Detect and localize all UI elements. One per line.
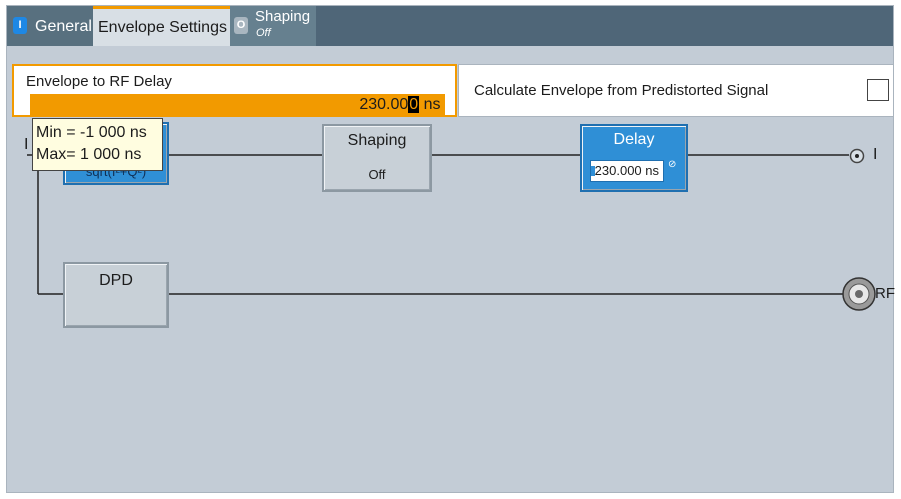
delay-block[interactable]: Delay 230.000 ns ⊘	[580, 124, 688, 192]
shaping-block[interactable]: Shaping Off	[322, 124, 432, 192]
delay-value-marker	[591, 166, 595, 176]
tooltip-max: Max= 1 000 ns	[36, 146, 142, 163]
shaping-block-title: Shaping	[347, 132, 407, 149]
output-rf-label: RF	[875, 285, 895, 302]
envelope-settings-dialog: I General Envelope Settings O Shaping Of…	[6, 5, 895, 493]
rf-output-connector-icon	[842, 277, 876, 311]
range-tooltip: Min = -1 000 ns Max= 1 000 ns	[32, 118, 163, 171]
tooltip-min: Min = -1 000 ns	[36, 124, 147, 141]
output-i-label: I	[873, 146, 878, 163]
i-output-connector-icon	[849, 148, 865, 164]
delay-block-title: Delay	[613, 131, 655, 148]
delay-block-value: 230.000 ns	[590, 160, 664, 182]
input-i-label: I	[24, 136, 29, 153]
dpd-block[interactable]: DPD	[63, 262, 169, 328]
signal-flow-lines	[27, 148, 876, 311]
link-icon: ⊘	[668, 159, 677, 170]
dpd-block-title: DPD	[99, 272, 133, 289]
shaping-block-state: Off	[368, 167, 386, 182]
